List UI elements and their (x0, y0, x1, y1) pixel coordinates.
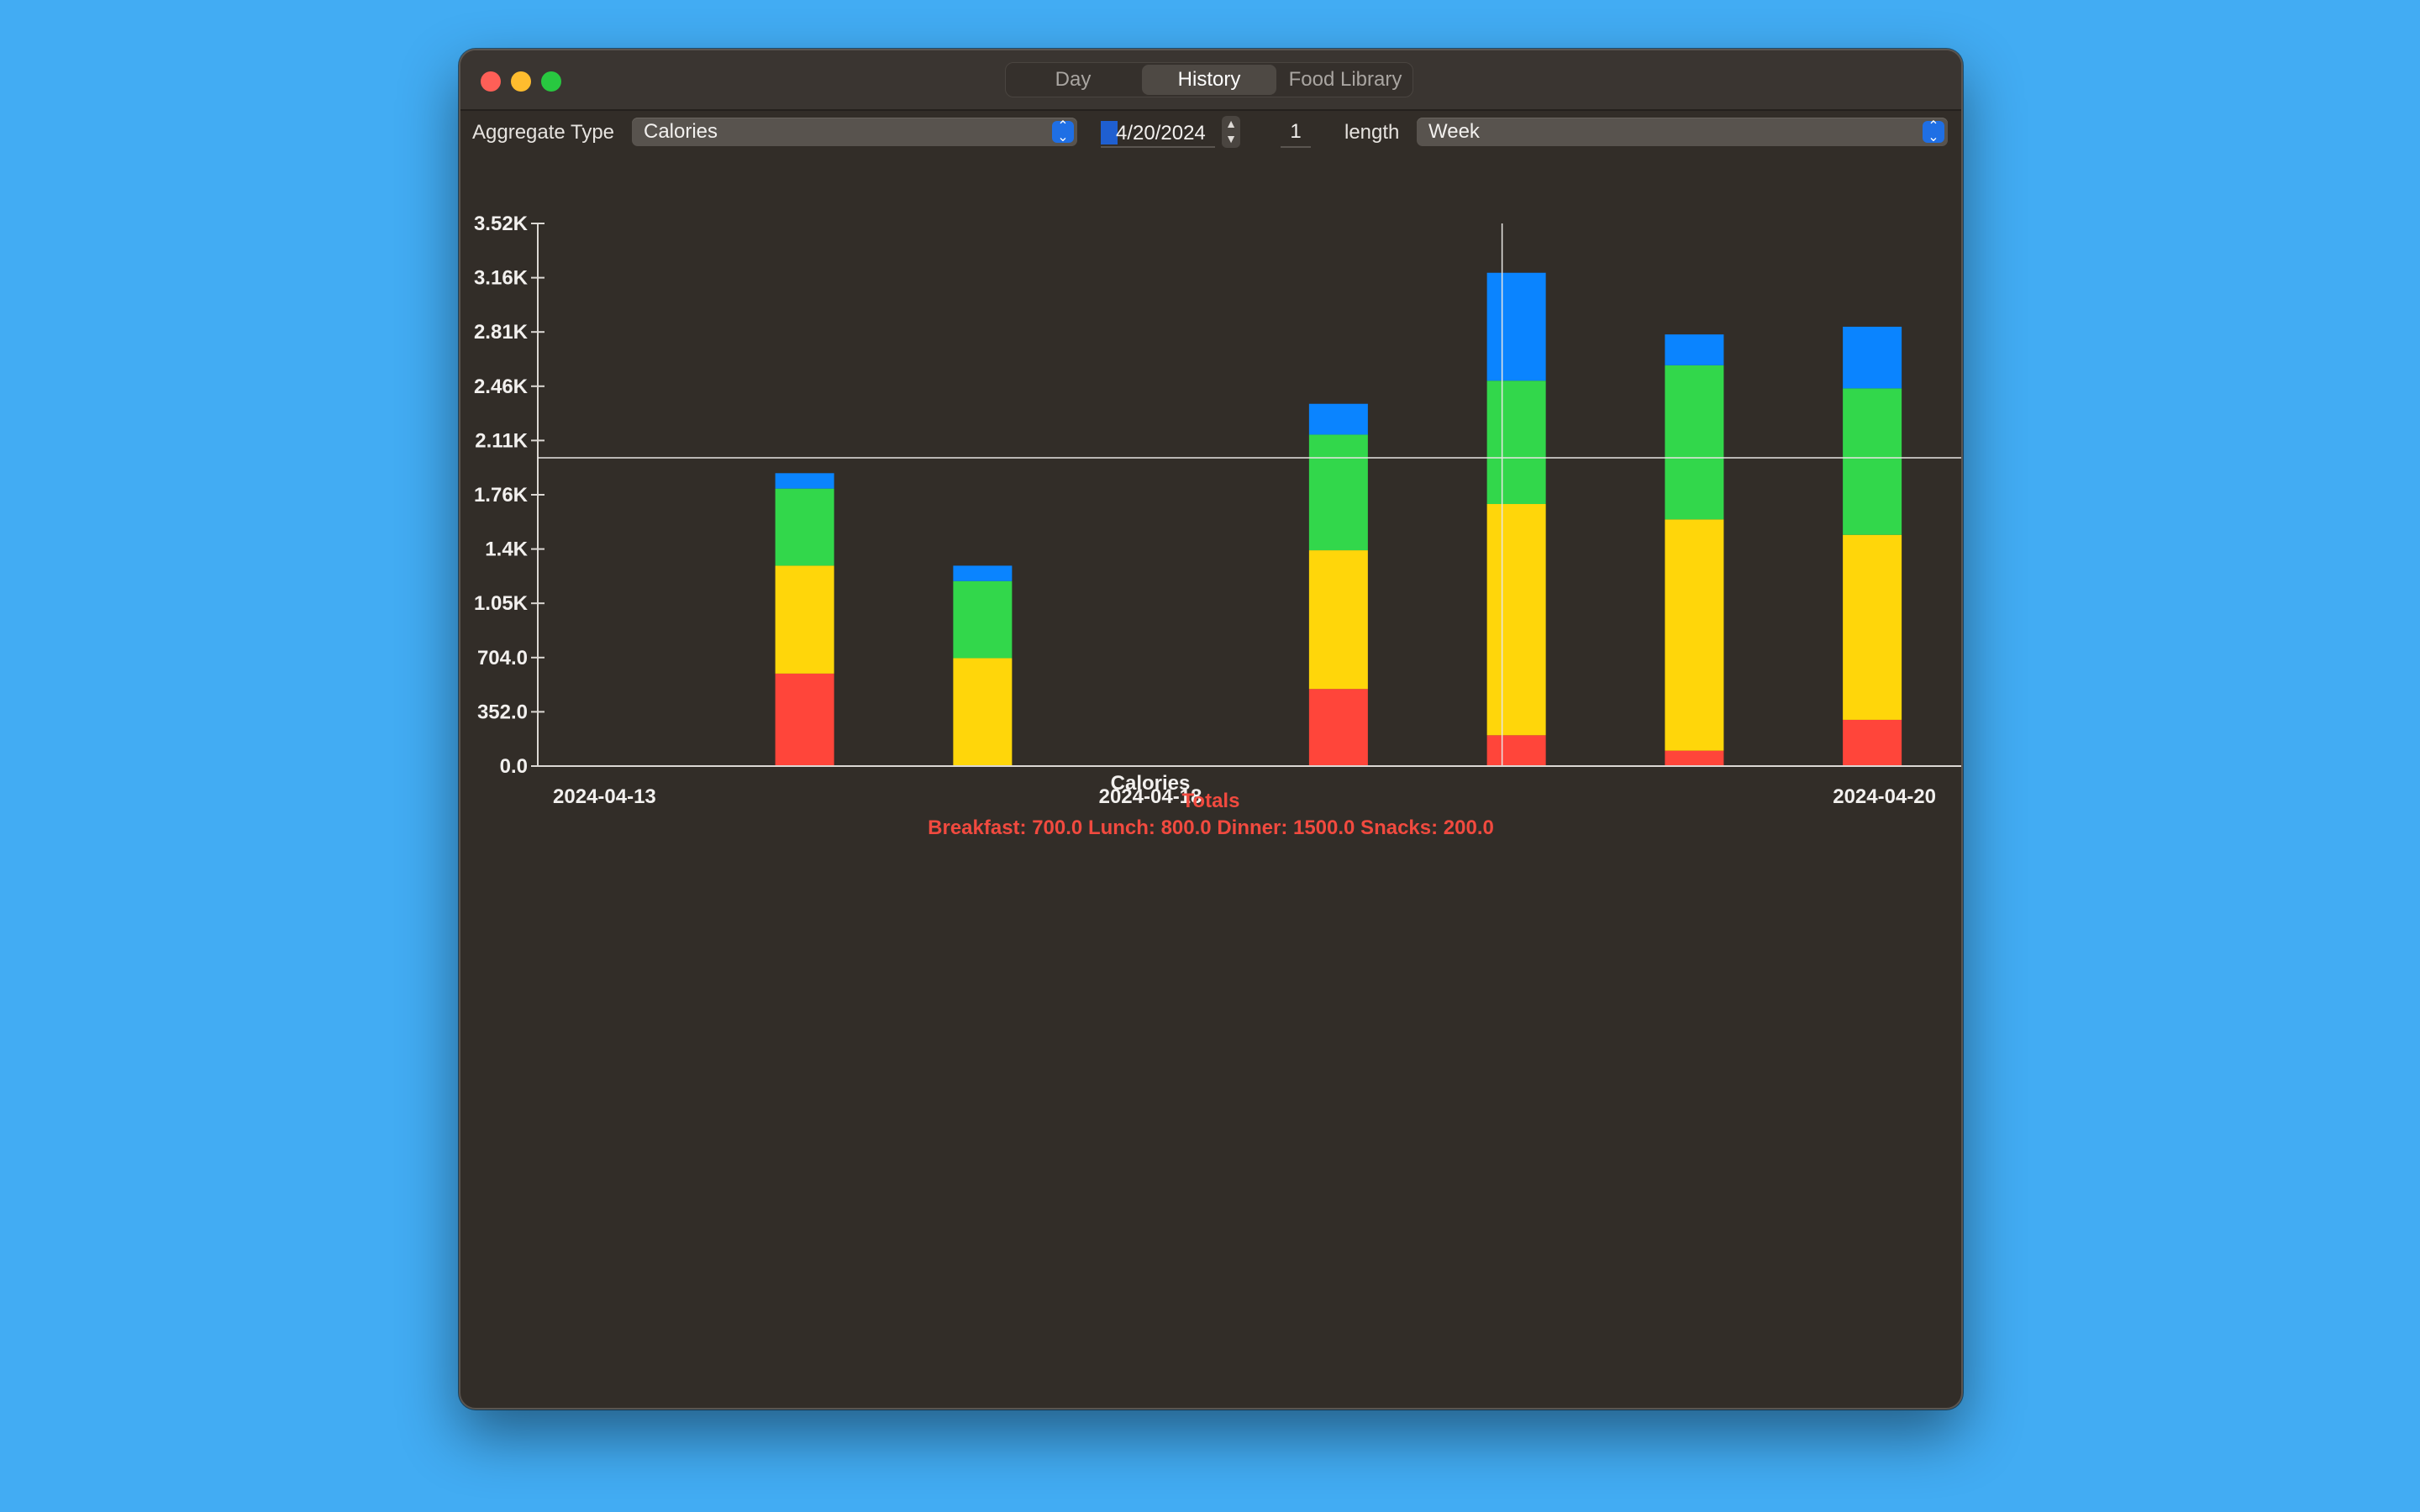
title-bar: Day History Food Library (460, 50, 1961, 111)
period-count-field[interactable]: 1 (1281, 119, 1311, 148)
date-selection-highlight (1101, 121, 1118, 144)
stepper-up-icon[interactable]: ▲ (1225, 117, 1237, 130)
date-stepper[interactable]: ▲ ▼ (1222, 116, 1240, 148)
calories-history-chart[interactable]: 0.0 352.0 704.0 1.05K 1.4K 1.76K 2.11K 2.46K 2.8… (460, 160, 1961, 832)
tab-food-library[interactable]: Food Library (1278, 63, 1413, 97)
bar-segment-dinner (953, 580, 1013, 659)
history-toolbar: Aggregate Type Calories ⌃ ⌄ 4/20/2024 ▲ ▼… (460, 111, 1961, 155)
bar-segment-snacks (1843, 326, 1902, 389)
tab-day[interactable]: Day (1006, 63, 1140, 97)
bar-segment-lunch (1843, 534, 1902, 720)
aggregate-type-value: Calories (644, 120, 718, 143)
stepper-down-icon[interactable]: ▼ (1225, 132, 1237, 145)
length-select[interactable]: Week ⌃ ⌄ (1417, 118, 1948, 146)
chart-overlay (538, 223, 1961, 766)
y-tick-label: 352.0 (477, 701, 528, 723)
tab-history[interactable]: History (1142, 65, 1276, 95)
totals-title: Totals (1181, 790, 1240, 812)
bar-segment-snacks (1486, 272, 1546, 381)
maximize-window-button[interactable] (541, 71, 561, 92)
bar-segment-dinner (1486, 381, 1546, 505)
bar-segment-breakfast (1308, 689, 1368, 766)
bar-segment-lunch (1665, 519, 1724, 751)
bar-segment-dinner (1308, 434, 1368, 551)
date-value: 4/20/2024 (1116, 122, 1206, 144)
bar-segment-breakfast (775, 673, 834, 766)
bar-segment-snacks (1308, 403, 1368, 435)
y-tick-label: 704.0 (477, 647, 528, 669)
bar-segment-breakfast (1665, 750, 1724, 766)
bar-segment-lunch (1486, 504, 1546, 736)
totals-summary: Breakfast: 700.0 Lunch: 800.0 Dinner: 15… (928, 816, 1494, 839)
bar-segment-dinner (1843, 388, 1902, 535)
aggregate-type-select[interactable]: Calories ⌃ ⌄ (632, 118, 1077, 146)
y-tick-label: 1.76K (474, 484, 529, 507)
app-window: Day History Food Library Aggregate Type … (459, 49, 1963, 1410)
y-tick-label: 3.52K (474, 213, 529, 235)
bar-segment-snacks (775, 473, 834, 489)
y-tick-label: 3.16K (474, 267, 529, 290)
view-tabs: Day History Food Library (1005, 62, 1413, 97)
bar-segment-snacks (953, 565, 1013, 581)
y-tick-label: 0.0 (500, 755, 528, 778)
chevron-up-down-icon: ⌃ ⌄ (1923, 120, 1944, 144)
y-tick-label: 2.11K (475, 429, 528, 452)
length-label: length (1344, 121, 1400, 144)
stacked-bars (775, 272, 1902, 766)
bar-segment-breakfast (1843, 719, 1902, 766)
minimize-window-button[interactable] (511, 71, 531, 92)
bar-segment-dinner (775, 488, 834, 566)
bar-segment-lunch (775, 565, 834, 674)
bar-segment-lunch (953, 658, 1013, 766)
y-tick-label: 2.46K (474, 375, 529, 398)
y-axis: 0.0 352.0 704.0 1.05K 1.4K 1.76K 2.11K 2.46K 2.8… (474, 213, 544, 778)
aggregate-type-label: Aggregate Type (472, 121, 615, 144)
bar-segment-breakfast (1486, 735, 1546, 766)
date-field[interactable]: 4/20/2024 (1101, 119, 1215, 148)
y-tick-label: 2.81K (474, 321, 529, 344)
bar-segment-lunch (1308, 550, 1368, 690)
chevron-up-down-icon: ⌃ ⌄ (1052, 120, 1074, 144)
length-value: Week (1428, 120, 1480, 143)
close-window-button[interactable] (481, 71, 501, 92)
y-tick-label: 1.05K (474, 592, 529, 615)
y-tick-label: 1.4K (485, 538, 528, 561)
bar-segment-snacks (1665, 334, 1724, 365)
bar-segment-dinner (1665, 365, 1724, 520)
